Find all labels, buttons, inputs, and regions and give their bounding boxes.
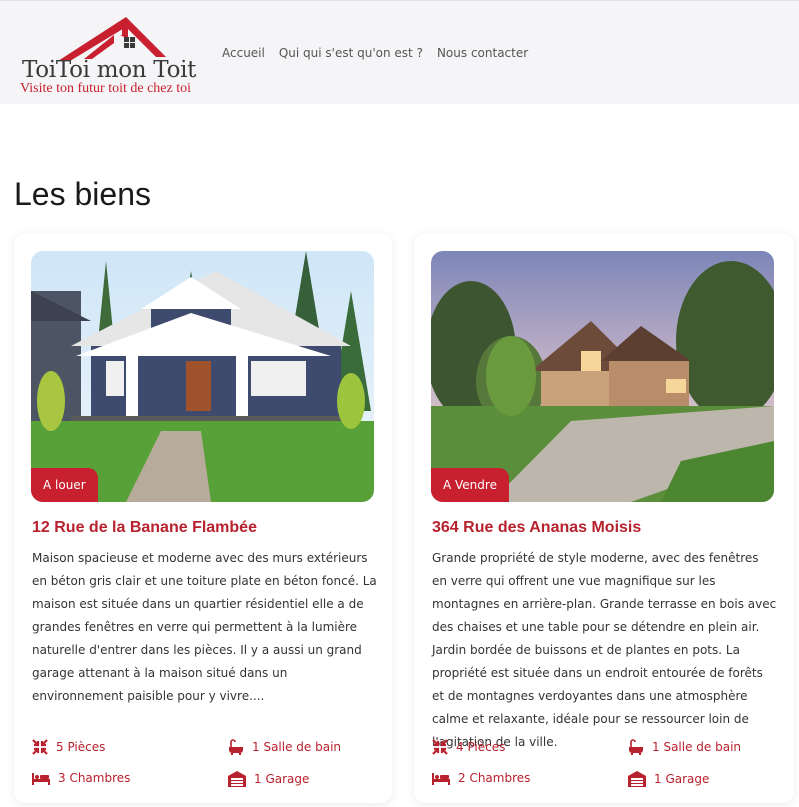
page-title: Les biens <box>14 176 151 212</box>
nav-link-about[interactable]: Qui qui s'est qu'on est ? <box>279 46 423 60</box>
feature-garage-label: 1 Garage <box>254 772 310 786</box>
feature-bedrooms-label: 2 Chambres <box>458 771 531 785</box>
listing-status-badge: A Vendre <box>431 468 509 502</box>
listing-status-badge: A louer <box>31 468 98 502</box>
main-nav: Accueil Qui qui s'est qu'on est ? Nous c… <box>222 46 528 60</box>
listing-description: Grande propriété de style moderne, avec … <box>432 551 777 749</box>
site-header: ToiToi mon Toit Visite ton futur toit de… <box>0 0 799 104</box>
feature-rooms: 4 Pièces <box>432 739 505 755</box>
listing-photo[interactable]: A louer <box>31 251 374 502</box>
listing-description: Maison spacieuse et moderne avec des mur… <box>32 551 377 703</box>
nav-link-accueil[interactable]: Accueil <box>222 46 265 60</box>
site-logo[interactable]: ToiToi mon Toit Visite ton futur toit de… <box>18 13 203 99</box>
feature-bathrooms-label: 1 Salle de bain <box>252 740 342 754</box>
feature-bathrooms: 1 Salle de bain <box>628 739 741 755</box>
nav-link-contact[interactable]: Nous contacter <box>437 46 528 60</box>
feature-bedrooms: 2 Chambres <box>432 771 530 785</box>
feature-garage: 1 Garage <box>628 771 709 787</box>
garage-icon <box>628 771 646 787</box>
logo-tagline: Visite ton futur toit de chez toi <box>20 81 192 96</box>
bathtub-icon <box>629 739 643 755</box>
listing-photo[interactable]: A Vendre <box>431 251 774 502</box>
listing-card[interactable]: A louer 12 Rue de la Banane Flambée Mais… <box>14 233 392 803</box>
bed-icon <box>432 773 450 785</box>
feature-rooms: 5 Pièces <box>32 739 105 755</box>
feature-garage: 1 Garage <box>228 771 309 787</box>
listing-title[interactable]: 12 Rue de la Banane Flambée <box>32 519 257 537</box>
feature-bedrooms: 3 Chambres <box>32 771 130 785</box>
rooms-icon <box>432 739 448 755</box>
feature-bathrooms: 1 Salle de bain <box>228 739 341 755</box>
house-photo-image <box>431 251 774 502</box>
listing-title[interactable]: 364 Rue des Ananas Moisis <box>432 519 641 537</box>
feature-rooms-label: 4 Pièces <box>456 740 506 754</box>
listing-card[interactable]: A Vendre 364 Rue des Ananas Moisis Grand… <box>414 233 794 803</box>
feature-garage-label: 1 Garage <box>654 772 710 786</box>
bathtub-icon <box>229 739 243 755</box>
garage-icon <box>228 771 246 787</box>
logo-title: ToiToi mon Toit <box>22 57 197 83</box>
feature-bedrooms-label: 3 Chambres <box>58 771 131 785</box>
feature-rooms-label: 5 Pièces <box>56 740 106 754</box>
feature-bathrooms-label: 1 Salle de bain <box>652 740 742 754</box>
rooms-icon <box>32 739 48 755</box>
bed-icon <box>32 773 50 785</box>
house-photo-image <box>31 251 374 502</box>
house-roof-icon <box>58 17 166 61</box>
